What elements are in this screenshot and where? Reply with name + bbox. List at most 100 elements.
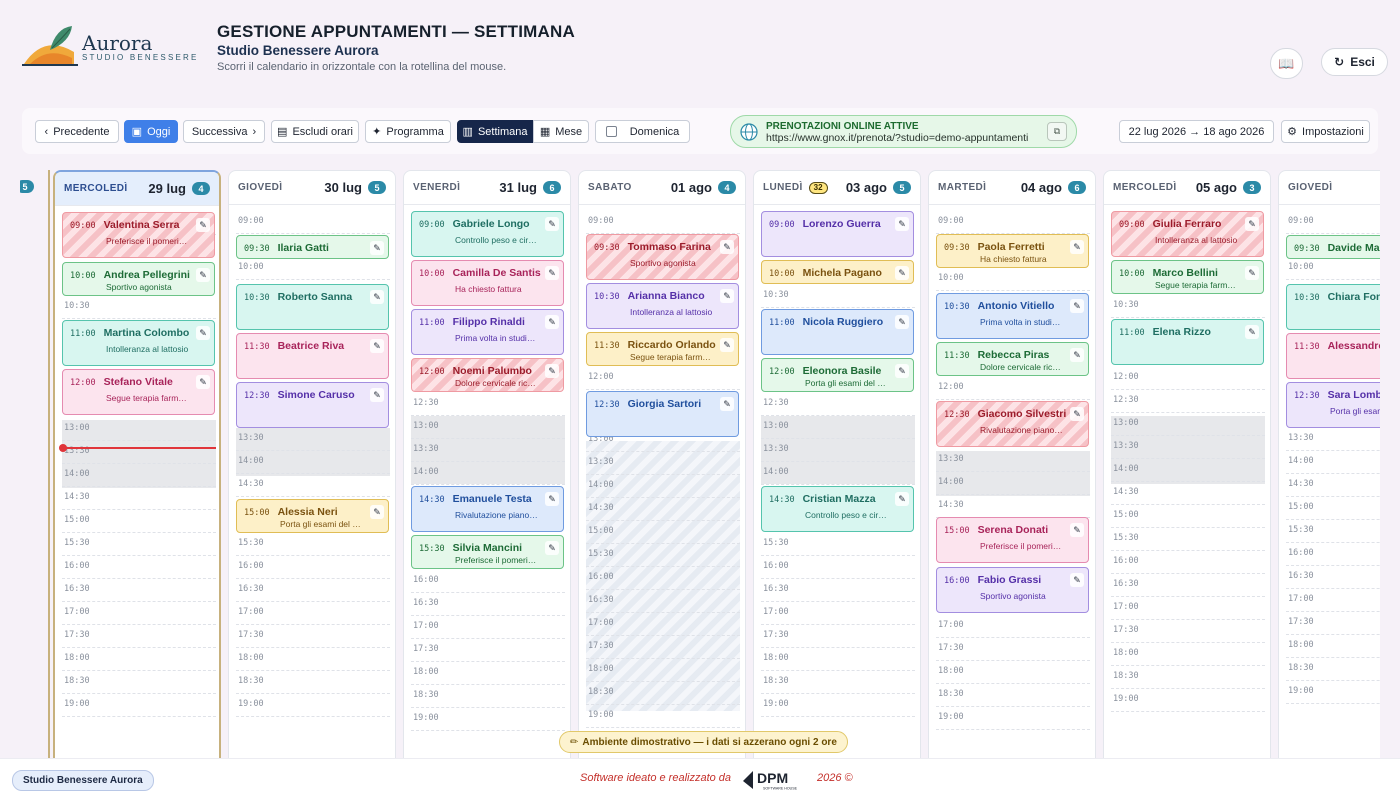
edit-pencil-icon[interactable]: ✎ [720, 397, 734, 411]
edit-pencil-icon[interactable]: ✎ [1070, 523, 1084, 537]
time-slot[interactable]: 17:00 [62, 602, 216, 625]
time-slot[interactable]: 15:30 [236, 533, 390, 556]
edit-pencil-icon[interactable]: ✎ [545, 492, 559, 506]
time-slot[interactable]: 17:00 [586, 613, 740, 636]
time-slot[interactable]: 15:30 [761, 533, 915, 556]
time-slot[interactable]: 17:00 [761, 602, 915, 625]
time-slot[interactable]: 19:00 [236, 694, 390, 717]
appointment-card[interactable]: 09:30Davide Marino✎ [1286, 235, 1380, 259]
edit-pencil-icon[interactable]: ✎ [545, 217, 559, 231]
edit-pencil-icon[interactable]: ✎ [196, 375, 210, 389]
time-slot[interactable]: 14:00 [586, 475, 740, 498]
time-slot[interactable]: 10:30 [62, 296, 216, 319]
time-slot[interactable]: 10:00 [1286, 257, 1380, 280]
time-slot[interactable]: 17:00 [411, 616, 565, 639]
time-slot[interactable]: 18:00 [411, 662, 565, 685]
time-slot[interactable]: 13:00 [761, 416, 915, 439]
time-slot[interactable]: 18:30 [1286, 658, 1380, 681]
time-slot[interactable]: 12:30 [1111, 390, 1265, 413]
appointment-card[interactable]: 12:00 Noemi Palumbo Dolore cervicale ricor… [411, 358, 564, 392]
time-slot[interactable]: 14:30 [1286, 474, 1380, 497]
time-slot[interactable]: 13:30 [62, 441, 216, 464]
time-slot[interactable]: 16:30 [62, 579, 216, 602]
time-slot[interactable]: 18:00 [1111, 643, 1265, 666]
time-slot[interactable]: 16:30 [761, 579, 915, 602]
edit-pencil-icon[interactable]: ✎ [1070, 407, 1084, 421]
time-slot[interactable]: 18:30 [62, 671, 216, 694]
day-header[interactable]: SABATO 01 ago 4 [579, 171, 745, 205]
edit-pencil-icon[interactable]: ✎ [545, 541, 559, 555]
edit-pencil-icon[interactable]: ✎ [720, 289, 734, 303]
time-slot[interactable]: 18:30 [236, 671, 390, 694]
time-slot[interactable]: 17:30 [1111, 620, 1265, 643]
exclude-hours-button[interactable]: ▤ Escludi orari [271, 120, 359, 143]
time-slot[interactable]: 13:30 [586, 452, 740, 475]
time-slot[interactable]: 18:00 [761, 648, 915, 671]
online-booking-url[interactable]: https://www.gnox.it/prenota/?studio=demo… [766, 132, 1028, 144]
time-slot[interactable]: 18:30 [761, 671, 915, 694]
time-slot[interactable]: 16:30 [1111, 574, 1265, 597]
time-slot[interactable]: 16:00 [1111, 551, 1265, 574]
appointment-card[interactable]: 10:00 Marco BelliniSegue terapia farmacol… [1111, 260, 1264, 294]
time-slot[interactable]: 18:00 [586, 659, 740, 682]
time-slot[interactable]: 09:00 [1286, 211, 1380, 234]
appointment-card[interactable]: 12:30Sara LombardiPorta gli esami✎ [1286, 382, 1380, 428]
edit-pencil-icon[interactable]: ✎ [196, 218, 210, 232]
edit-pencil-icon[interactable]: ✎ [370, 505, 384, 519]
time-slot[interactable]: 15:00 [1111, 505, 1265, 528]
appointment-card[interactable]: 09:30 Paola Ferretti Ha chiesto fattura ✎ [936, 234, 1089, 268]
appointment-card[interactable]: 09:30 Tommaso Farina Sportivo agonista ✎ [586, 234, 739, 280]
day-header[interactable]: GIOVEDÌ 30 lug 5 [229, 171, 395, 205]
time-slot[interactable]: 18:00 [936, 661, 1090, 684]
edit-pencil-icon[interactable]: ✎ [895, 217, 909, 231]
time-slot[interactable]: 17:00 [236, 602, 390, 625]
edit-pencil-icon[interactable]: ✎ [1070, 348, 1084, 362]
time-slot[interactable]: 17:30 [586, 636, 740, 659]
appointment-card[interactable]: 10:30 Roberto Sanna ✎ [236, 284, 389, 330]
appointment-card[interactable]: 09:30 Ilaria Gatti ✎ [236, 235, 389, 259]
time-slot[interactable]: 17:00 [1111, 597, 1265, 620]
appointment-card[interactable]: 10:00 Michela Pagano ✎ [761, 260, 914, 284]
appointment-card[interactable]: 11:30Alessandro Moretti✎ [1286, 333, 1380, 379]
edit-pencil-icon[interactable]: ✎ [545, 266, 559, 280]
time-slot[interactable]: 14:30 [1111, 482, 1265, 505]
time-slot[interactable]: 14:30 [236, 474, 390, 497]
appointment-card[interactable]: 10:00 Camilla De Santis Ha chiesto fattura… [411, 260, 564, 306]
time-slot[interactable]: 17:30 [936, 638, 1090, 661]
time-slot[interactable]: 18:30 [936, 684, 1090, 707]
time-slot[interactable]: 10:30 [1111, 295, 1265, 318]
time-slot[interactable]: 09:00 [586, 211, 740, 234]
edit-pencil-icon[interactable]: ✎ [895, 364, 909, 378]
program-button[interactable]: ✦ Programma [365, 120, 451, 143]
day-header[interactable]: MERCOLEDÌ 05 ago 3 [1104, 171, 1270, 205]
time-slot[interactable]: 15:00 [1286, 497, 1380, 520]
time-slot[interactable]: 18:00 [236, 648, 390, 671]
time-slot[interactable]: 18:30 [586, 682, 740, 705]
time-slot[interactable]: 15:30 [62, 533, 216, 556]
time-slot[interactable]: 10:00 [936, 268, 1090, 291]
appointment-card[interactable]: 09:00 Valentina Serra Preferisce il pomeri… [62, 212, 215, 258]
time-slot[interactable]: 16:30 [586, 590, 740, 613]
appointment-card[interactable]: 15:30 Silvia Mancini Preferisce il pomerig… [411, 535, 564, 569]
time-slot[interactable]: 17:30 [1286, 612, 1380, 635]
time-slot[interactable]: 15:30 [1286, 520, 1380, 543]
edit-pencil-icon[interactable]: ✎ [196, 268, 210, 282]
appointment-card[interactable]: 09:00 Lorenzo Guerra ✎ [761, 211, 914, 257]
time-slot[interactable]: 18:00 [1286, 635, 1380, 658]
time-slot[interactable]: 15:00 [586, 521, 740, 544]
time-slot[interactable]: 17:30 [236, 625, 390, 648]
appointment-card[interactable]: 10:30Chiara Fontana✎ [1286, 284, 1380, 330]
time-slot[interactable]: 14:00 [1286, 451, 1380, 474]
appointment-card[interactable]: 09:00 Giulia Ferraro Intolleranza al latto… [1111, 211, 1264, 257]
edit-pencil-icon[interactable]: ✎ [1245, 266, 1259, 280]
sunday-checkbox[interactable] [605, 126, 617, 137]
time-slot[interactable]: 10:30 [761, 285, 915, 308]
appointment-card[interactable]: 11:00 Filippo Rinaldi Prima volta in studi… [411, 309, 564, 355]
day-header[interactable]: GIOVEDÌ06 ago [1279, 171, 1380, 205]
time-slot[interactable]: 13:30 [936, 449, 1090, 472]
time-slot[interactable]: 15:30 [1111, 528, 1265, 551]
appointment-card[interactable]: 15:00 Serena Donati Preferisce il pomerigg… [936, 517, 1089, 563]
month-view-button[interactable]: ▦ Mese [533, 120, 589, 143]
time-slot[interactable]: 14:30 [936, 495, 1090, 518]
time-slot[interactable]: 09:00 [236, 211, 390, 234]
